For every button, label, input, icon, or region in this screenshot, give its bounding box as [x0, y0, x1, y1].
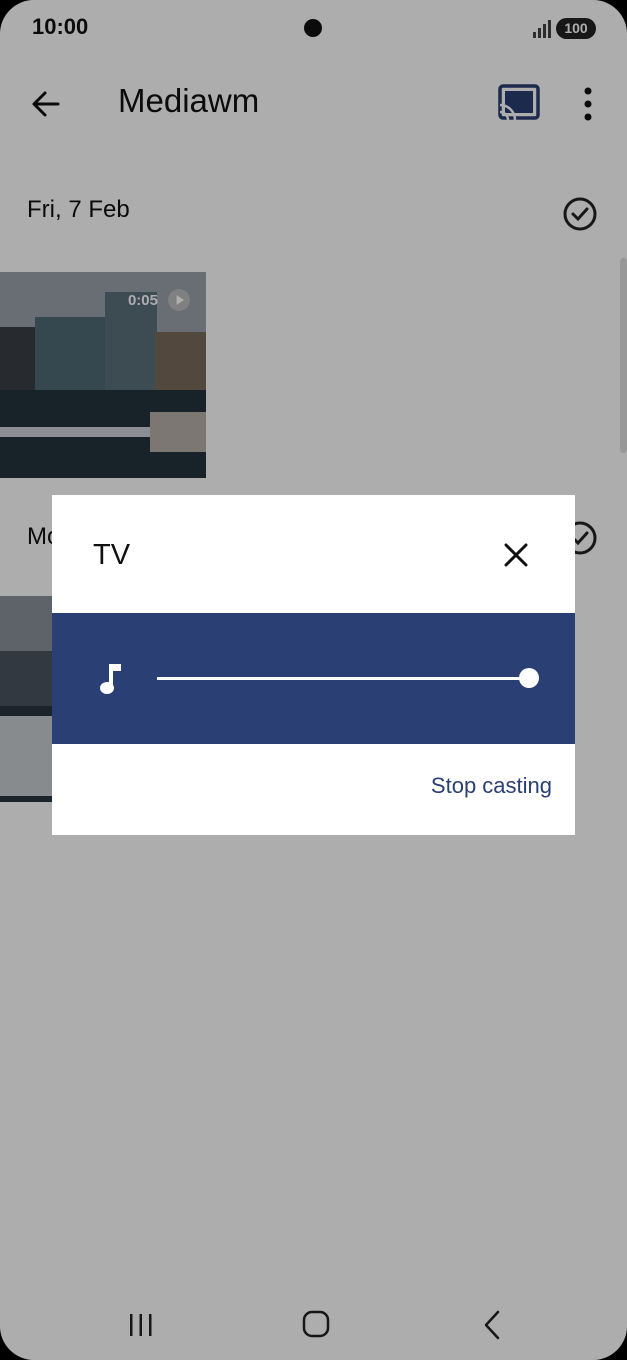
close-icon[interactable]	[492, 531, 540, 579]
volume-slider-track[interactable]	[157, 677, 529, 680]
volume-control	[52, 613, 575, 744]
phone-screen: 10:00 100 Mediawm Fri, 7 Feb 0:05 Mo TV …	[0, 0, 627, 1360]
music-note-icon	[100, 664, 121, 694]
dialog-title: TV	[93, 539, 131, 571]
volume-slider-thumb[interactable]	[519, 668, 539, 688]
stop-casting-button[interactable]: Stop casting	[392, 773, 552, 807]
cast-dialog: TV Stop casting	[52, 495, 575, 835]
